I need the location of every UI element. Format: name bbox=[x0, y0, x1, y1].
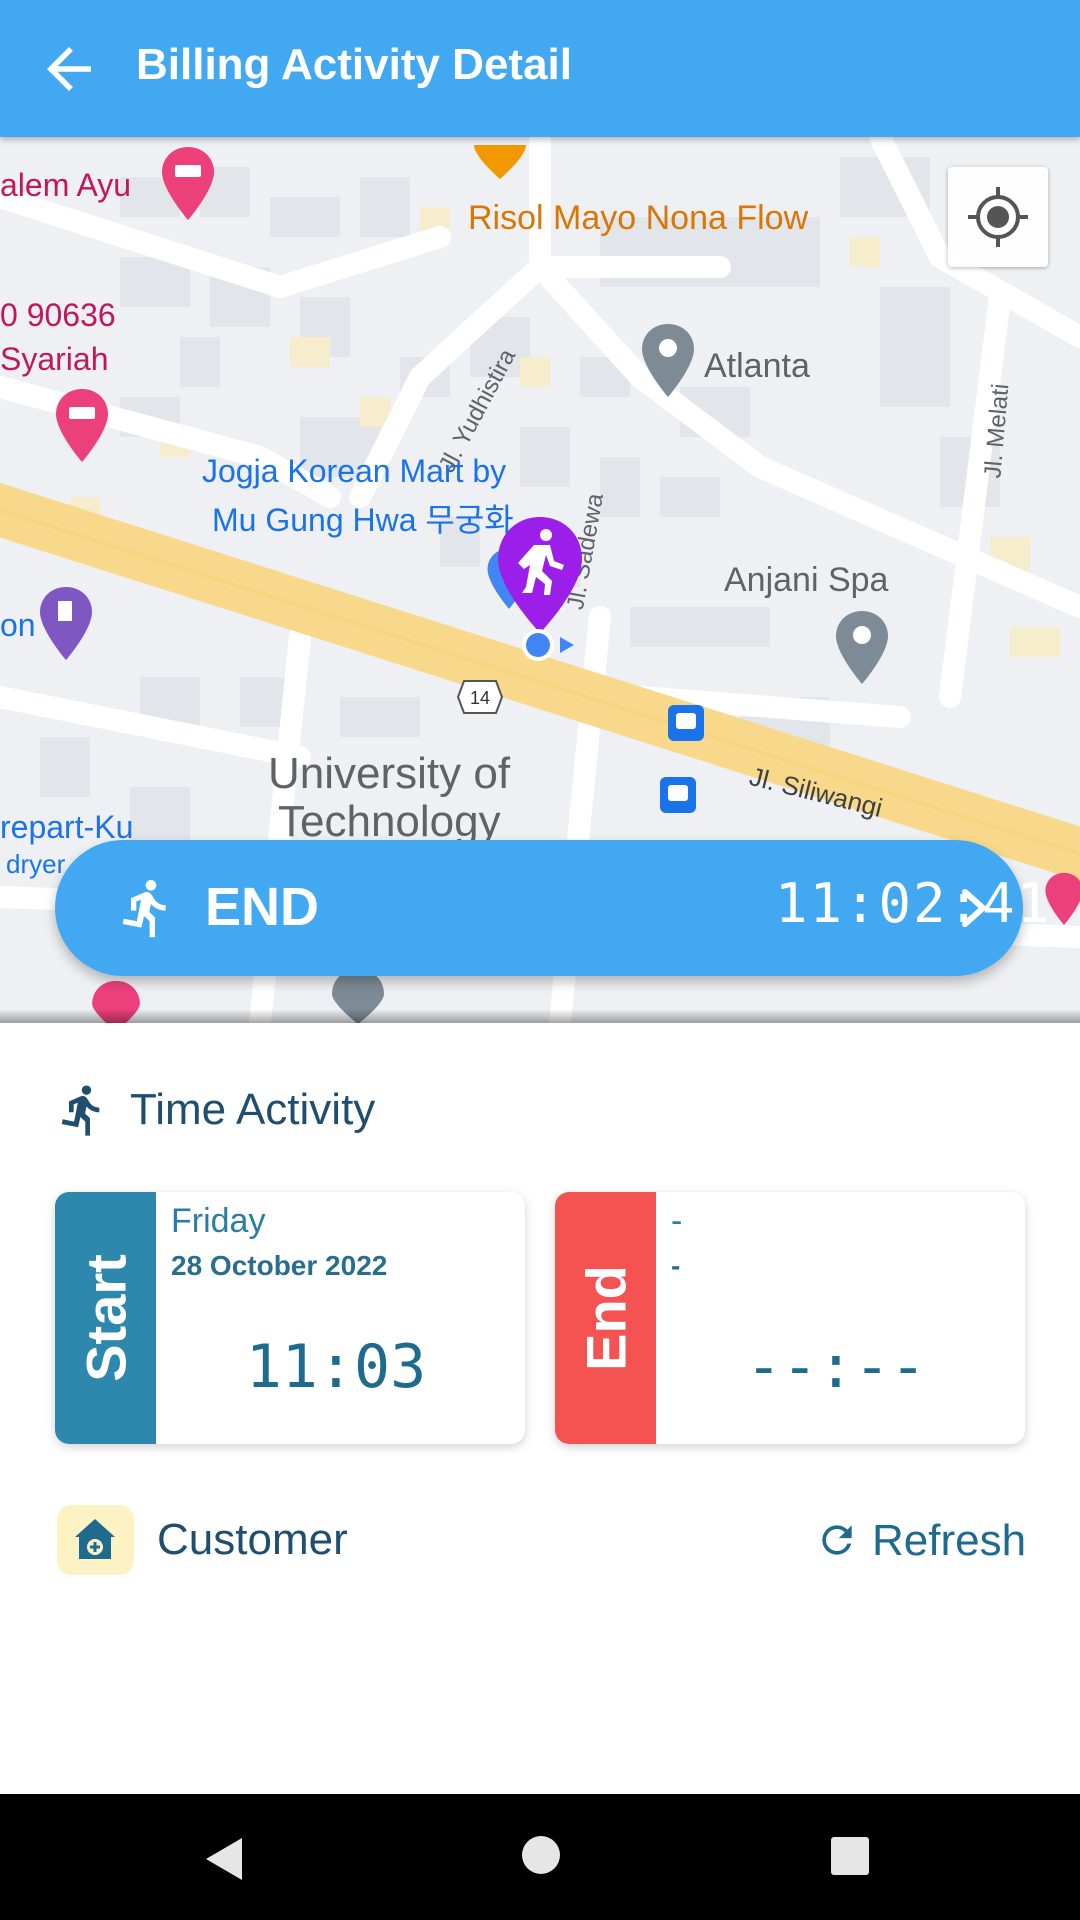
map-label: Anjani Spa bbox=[724, 561, 889, 599]
end-date: - bbox=[671, 1250, 681, 1281]
home-add-icon bbox=[75, 1519, 115, 1559]
map-label: on bbox=[0, 607, 36, 643]
bus-stop-icon bbox=[668, 705, 704, 741]
map-label: Risol Mayo Nona Flow bbox=[468, 199, 809, 237]
crosshair-icon bbox=[968, 187, 1028, 247]
end-activity-button[interactable]: END 11:02:41 bbox=[55, 840, 1049, 976]
end-side-label: End bbox=[555, 1192, 656, 1444]
page-title: Billing Activity Detail bbox=[136, 40, 573, 89]
nav-home-icon[interactable] bbox=[520, 1834, 562, 1876]
runner-icon bbox=[61, 1085, 100, 1136]
start-side-label: Start bbox=[55, 1192, 156, 1444]
start-day: Friday bbox=[171, 1202, 266, 1240]
map-label: dryer bbox=[6, 849, 66, 879]
route-shield-icon: 14 bbox=[456, 680, 504, 714]
start-date: 28 October 2022 bbox=[171, 1250, 388, 1281]
map-label: University of bbox=[268, 749, 511, 798]
nav-back-icon[interactable] bbox=[200, 1834, 250, 1884]
map-label: Jogja Korean Mart by bbox=[202, 453, 507, 489]
runner-icon bbox=[122, 879, 166, 938]
start-time-card: Start Friday 28 October 2022 11:03 bbox=[55, 1192, 525, 1444]
chevron-right-icon bbox=[962, 889, 988, 927]
map-label: Syariah bbox=[0, 341, 109, 377]
map-label: 0 90636 bbox=[0, 297, 116, 333]
customer-title: Customer bbox=[157, 1515, 348, 1564]
end-label: End bbox=[574, 1265, 637, 1371]
bus-stop-icon bbox=[660, 777, 696, 813]
elapsed-timer: 11:02:41 bbox=[775, 872, 1052, 935]
current-location-icon bbox=[522, 629, 574, 661]
customer-icon-badge bbox=[57, 1505, 134, 1575]
hotel-pin-icon bbox=[162, 147, 214, 220]
arrow-back-icon[interactable] bbox=[36, 36, 102, 102]
map-label: Mu Gung Hwa 무궁화 bbox=[212, 502, 514, 538]
map-label: alem Ayu bbox=[0, 167, 132, 203]
start-label: Start bbox=[74, 1254, 137, 1382]
start-time: 11:03 bbox=[245, 1332, 427, 1402]
end-time: --:-- bbox=[745, 1332, 927, 1402]
time-activity-title: Time Activity bbox=[130, 1085, 376, 1134]
map-label: Atlanta bbox=[704, 347, 810, 385]
runner-marker-icon bbox=[498, 517, 582, 633]
place-pin-icon bbox=[836, 611, 888, 684]
food-pin-icon bbox=[474, 145, 526, 179]
refresh-label: Refresh bbox=[872, 1516, 1027, 1565]
system-nav-bar bbox=[0, 1794, 1080, 1920]
map-bottom-shadow bbox=[0, 1009, 1080, 1023]
end-time-card: End - - --:-- bbox=[555, 1192, 1025, 1444]
route-number: 14 bbox=[470, 688, 490, 708]
nav-recents-icon[interactable] bbox=[830, 1836, 870, 1876]
end-label: END bbox=[205, 877, 320, 937]
end-day: - bbox=[671, 1202, 683, 1240]
hotel-pin-icon bbox=[56, 389, 108, 462]
my-location-button[interactable] bbox=[948, 167, 1048, 267]
gas-station-pin-icon bbox=[40, 587, 92, 660]
app-bar: Billing Activity Detail bbox=[0, 0, 1080, 137]
place-pin-icon bbox=[642, 324, 694, 397]
refresh-icon bbox=[822, 1525, 852, 1555]
